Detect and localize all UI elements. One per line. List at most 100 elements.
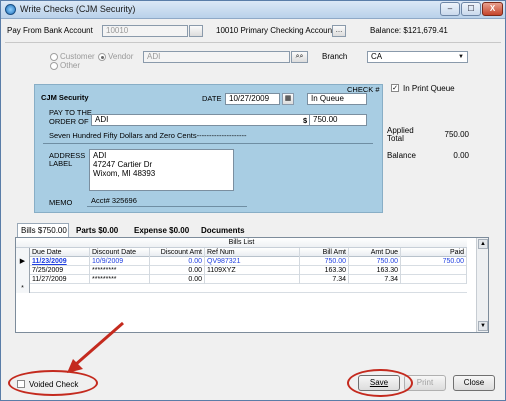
due-date-cell[interactable]: 11/27/2009: [30, 275, 90, 284]
table-row[interactable]: ▶ 11/23/2009 10/9/2009 0.00 QV987321 750…: [16, 257, 467, 266]
company-name: CJM Security: [41, 93, 89, 102]
due-date-cell[interactable]: 11/23/2009: [30, 257, 90, 266]
ref-num-cell[interactable]: QV987321: [205, 257, 300, 266]
check-number-input[interactable]: In Queue: [307, 93, 367, 105]
amt-due-cell[interactable]: 163.30: [349, 266, 401, 275]
other-label: Other: [60, 61, 81, 70]
window-title: Write Checks (CJM Security): [20, 4, 136, 14]
paid-cell[interactable]: [401, 266, 467, 275]
grid-title: Bills List: [16, 238, 467, 248]
amt-due-cell[interactable]: 7.34: [349, 275, 401, 284]
bill-amt-cell[interactable]: 7.34: [300, 275, 349, 284]
date-input[interactable]: 10/27/2009: [225, 93, 280, 105]
close-label: Close: [463, 378, 485, 387]
due-date-cell[interactable]: 7/25/2009: [30, 266, 90, 275]
table-row[interactable]: 7/25/2009 ********* 0.00 1109XYZ 163.30 …: [16, 266, 467, 275]
header-divider: [5, 42, 501, 43]
col-discount-date[interactable]: Discount Date: [90, 248, 150, 257]
col-paid[interactable]: Paid: [401, 248, 467, 257]
maximize-button[interactable]: ☐: [461, 2, 481, 16]
other-radio[interactable]: [50, 62, 58, 70]
discount-date-cell[interactable]: 10/9/2009: [90, 257, 150, 266]
bank-dropdown-button[interactable]: …: [332, 25, 346, 37]
col-ref-num[interactable]: Ref Num: [205, 248, 300, 257]
print-label: Print: [416, 378, 434, 387]
address-line: ADI: [93, 151, 107, 160]
address-textarea[interactable]: ADI 47247 Cartier Dr Wixom, MI 48393: [89, 149, 234, 191]
branch-label: Branch: [322, 52, 348, 61]
branch-value: CA: [371, 52, 383, 61]
table-row[interactable]: 11/27/2009 ********* 0.00 7.34 7.34: [16, 275, 467, 284]
side-balance-label: Balance: [387, 151, 416, 160]
address-line: 47247 Cartier Dr: [93, 160, 153, 169]
grid-scrollbar[interactable]: ▲ ▼: [476, 238, 488, 332]
order-of-label: ORDER OF: [49, 117, 89, 126]
applied-total-value: 750.00: [444, 130, 469, 139]
scroll-down-arrow-icon[interactable]: ▼: [478, 321, 488, 331]
voided-check-checkbox[interactable]: [17, 380, 25, 388]
tab-documents[interactable]: Documents: [197, 223, 255, 237]
bill-amt-cell[interactable]: 750.00: [300, 257, 349, 266]
grid-header-row: Due Date Discount Date Discount Amt Ref …: [16, 248, 467, 257]
date-label: DATE: [202, 94, 222, 103]
amount-in-words: Seven Hundred Fifty Dollars and Zero Cen…: [49, 131, 247, 140]
close-window-button[interactable]: X: [482, 2, 503, 16]
side-balance-value: 0.00: [453, 151, 469, 160]
chevron-down-icon: …: [335, 27, 343, 34]
discount-amt-cell[interactable]: 0.00: [150, 275, 205, 284]
memo-label: MEMO: [49, 198, 73, 207]
app-icon: [5, 4, 16, 15]
save-button[interactable]: Save: [358, 375, 400, 391]
customer-radio[interactable]: [50, 53, 58, 61]
binoculars-search-icon[interactable]: ⌕⌕: [291, 51, 308, 63]
dollar-sign: $: [303, 116, 308, 125]
memo-value[interactable]: Acct# 325696: [91, 196, 137, 205]
save-label: Save: [369, 378, 389, 387]
minimize-button[interactable]: –: [440, 2, 460, 16]
paid-cell[interactable]: [401, 275, 467, 284]
bill-amt-cell[interactable]: 163.30: [300, 266, 349, 275]
ref-num-cell[interactable]: 1109XYZ: [205, 266, 300, 275]
write-checks-window: Write Checks (CJM Security) – ☐ X Pay Fr…: [0, 0, 506, 401]
new-table-row[interactable]: *: [16, 284, 467, 293]
new-row-indicator: *: [16, 284, 30, 293]
print-queue-checkbox[interactable]: ✓: [391, 84, 399, 92]
annotation-arrow-icon: [67, 321, 124, 373]
print-button[interactable]: Print: [404, 375, 446, 391]
print-queue-label: In Print Queue: [403, 84, 455, 93]
discount-date-cell[interactable]: *********: [90, 275, 150, 284]
col-discount-amt[interactable]: Discount Amt: [150, 248, 205, 257]
calendar-icon[interactable]: ▦: [282, 93, 294, 105]
amt-due-cell[interactable]: 750.00: [349, 257, 401, 266]
discount-date-cell[interactable]: *********: [90, 266, 150, 275]
close-button[interactable]: Close: [453, 375, 495, 391]
applied-label-2: Total: [387, 134, 404, 143]
balance-label-text: Balance:: [370, 26, 402, 35]
scroll-up-arrow-icon[interactable]: ▲: [478, 239, 488, 249]
discount-amt-cell[interactable]: 0.00: [150, 266, 205, 275]
balance-label: Balance: $121,679.41: [370, 26, 448, 35]
discount-amt-cell[interactable]: 0.00: [150, 257, 205, 266]
bank-code-input[interactable]: 10010: [102, 25, 188, 37]
address-label-2: LABEL: [49, 159, 73, 168]
tab-bills[interactable]: Bills $750.00: [17, 223, 69, 237]
voided-check-label: Voided Check: [29, 380, 79, 389]
pay-to-input[interactable]: ADI: [91, 114, 313, 126]
col-amt-due[interactable]: Amt Due: [349, 248, 401, 257]
check-divider: [43, 143, 373, 144]
branch-select[interactable]: CA ▼: [367, 51, 468, 63]
col-due-date[interactable]: Due Date: [30, 248, 90, 257]
paid-cell[interactable]: 750.00: [401, 257, 467, 266]
bank-lookup-button[interactable]: [189, 25, 203, 37]
tab-expense[interactable]: Expense $0.00: [130, 223, 194, 237]
payee-name-input[interactable]: ADI: [143, 51, 290, 63]
vendor-radio[interactable]: [98, 53, 106, 61]
amount-input[interactable]: 750.00: [309, 114, 367, 126]
tab-parts[interactable]: Parts $0.00: [72, 223, 126, 237]
chevron-down-icon: ▼: [458, 54, 464, 60]
balance-value: $121,679.41: [403, 26, 448, 35]
title-bar: Write Checks (CJM Security) – ☐ X: [1, 1, 505, 19]
ref-num-cell[interactable]: [205, 275, 300, 284]
address-line: Wixom, MI 48393: [93, 169, 156, 178]
col-bill-amt[interactable]: Bill Amt: [300, 248, 349, 257]
